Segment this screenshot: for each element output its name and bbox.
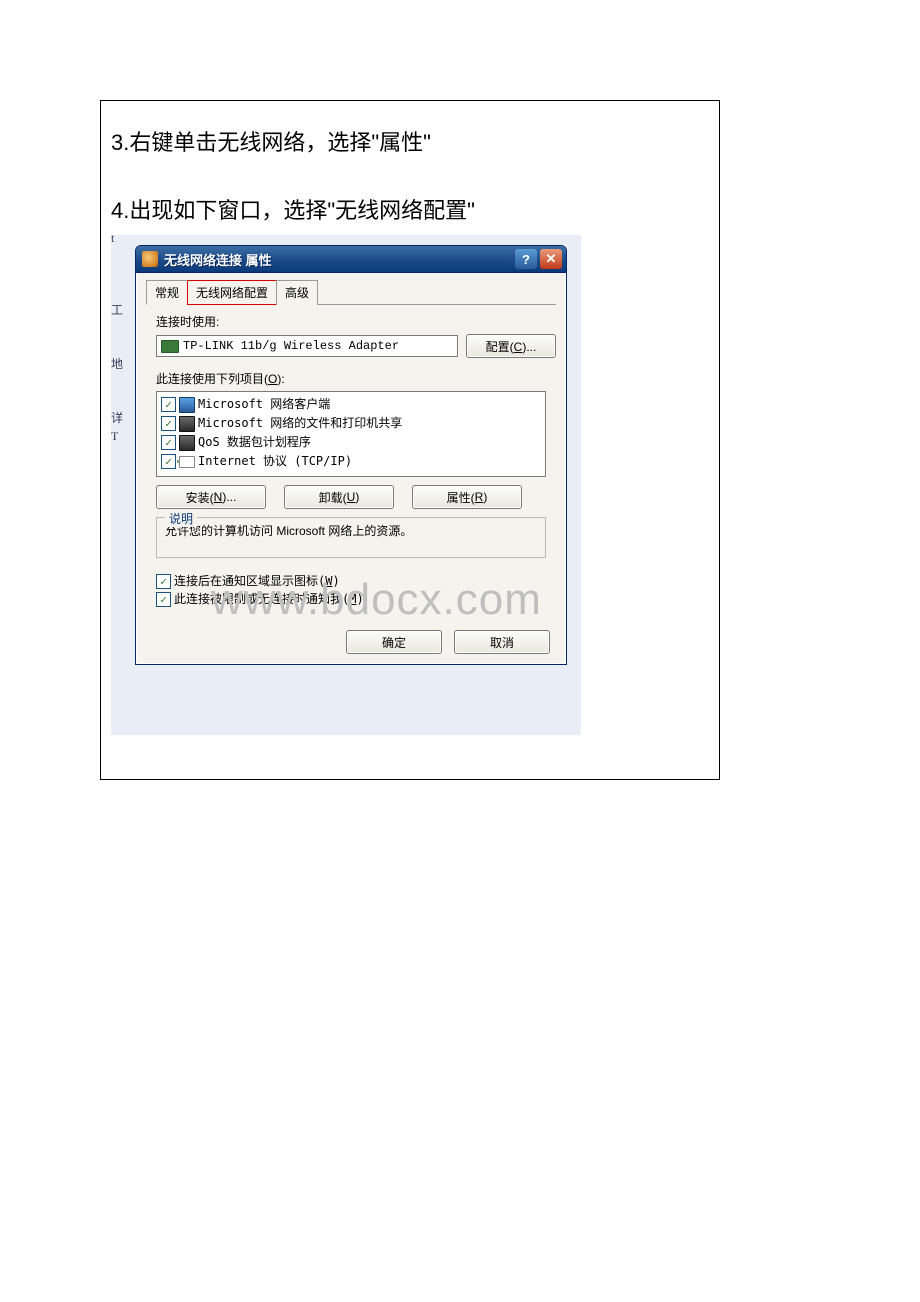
protocol-list[interactable]: ✓ Microsoft 网络客户端 ✓ Microsoft 网络的文件和打印机共…	[156, 391, 546, 477]
tab-strip: 常规 无线网络配置 高级	[146, 279, 556, 305]
show-icon-label: 连接后在通知区域显示图标(W)	[174, 572, 340, 590]
checkbox-icon[interactable]: ✓	[161, 454, 176, 469]
checkbox-icon[interactable]: ✓	[161, 416, 176, 431]
connect-using-label: 连接时使用:	[156, 313, 556, 330]
cancel-button[interactable]: 取消	[454, 630, 550, 654]
adapter-card-icon	[161, 340, 179, 353]
protocol-label: Microsoft 网络客户端	[198, 395, 330, 414]
document-frame: 3.右键单击无线网络，选择"属性" 4.出现如下窗口，选择"无线网络配置" t …	[100, 100, 720, 780]
tab-general[interactable]: 常规	[146, 280, 188, 305]
help-button[interactable]: ?	[515, 249, 537, 269]
adapter-row: TP-LINK 11b/g Wireless Adapter 配置(C)...	[156, 334, 556, 358]
document-page: 3.右键单击无线网络，选择"属性" 4.出现如下窗口，选择"无线网络配置" t …	[0, 0, 920, 1302]
ok-button[interactable]: 确定	[346, 630, 442, 654]
show-icon-row[interactable]: ✓ 连接后在通知区域显示图标(W)	[156, 572, 546, 590]
adapter-field[interactable]: TP-LINK 11b/g Wireless Adapter	[156, 335, 458, 357]
titlebar-buttons: ? ✕	[515, 249, 562, 269]
properties-button[interactable]: 属性(R)	[412, 485, 522, 509]
share-icon	[179, 416, 195, 432]
dialog-body: 常规 无线网络配置 高级 连接时使用: TP-LINK 11b/g Wirele…	[136, 273, 566, 664]
items-label: 此连接使用下列项目(O):	[156, 370, 556, 387]
properties-dialog: 无线网络连接 属性 ? ✕ 常规 无线网络配置 高级 连接时使用:	[135, 245, 567, 665]
install-button[interactable]: 安装(N)...	[156, 485, 266, 509]
checkbox-icon[interactable]: ✓	[156, 574, 171, 589]
step-3-text: 3.右键单击无线网络，选择"属性"	[111, 125, 709, 157]
tcpip-icon	[179, 456, 195, 468]
protocol-label: Internet 协议 (TCP/IP)	[198, 452, 352, 471]
client-icon	[179, 397, 195, 413]
screenshot-area: t 工 地 详T 无线网络连接 属性 ? ✕ 常规	[111, 235, 581, 735]
close-button[interactable]: ✕	[540, 249, 562, 269]
dialog-action-buttons: 确定 取消	[146, 630, 550, 654]
description-text: 允许您的计算机访问 Microsoft 网络上的资源。	[165, 524, 412, 538]
checkbox-icon[interactable]: ✓	[161, 397, 176, 412]
description-legend: 说明	[165, 510, 197, 527]
checkbox-icon[interactable]: ✓	[161, 435, 176, 450]
list-item[interactable]: ✓ QoS 数据包计划程序	[161, 433, 541, 452]
description-group: 说明 允许您的计算机访问 Microsoft 网络上的资源。	[156, 517, 546, 558]
list-item[interactable]: ✓ Internet 协议 (TCP/IP)	[161, 452, 541, 471]
notify-label: 此连接被限制或无连接时通知我(M)	[174, 590, 364, 608]
protocol-label: Microsoft 网络的文件和打印机共享	[198, 414, 402, 433]
adapter-name: TP-LINK 11b/g Wireless Adapter	[183, 339, 399, 353]
qos-icon	[179, 435, 195, 451]
tab-wireless-config[interactable]: 无线网络配置	[187, 280, 277, 305]
configure-button-label: 配置(C)...	[486, 338, 537, 355]
dialog-title: 无线网络连接 属性	[164, 250, 515, 269]
tab-advanced[interactable]: 高级	[276, 280, 318, 305]
dialog-titlebar[interactable]: 无线网络连接 属性 ? ✕	[136, 246, 566, 273]
configure-button[interactable]: 配置(C)...	[466, 334, 556, 358]
list-item[interactable]: ✓ Microsoft 网络的文件和打印机共享	[161, 414, 541, 433]
checkbox-icon[interactable]: ✓	[156, 592, 171, 607]
protocol-label: QoS 数据包计划程序	[198, 433, 311, 452]
protocol-buttons: 安装(N)... 卸载(U) 属性(R)	[156, 485, 546, 509]
notification-options: ✓ 连接后在通知区域显示图标(W) ✓ 此连接被限制或无连接时通知我(M)	[156, 572, 546, 608]
step-4-text: 4.出现如下窗口，选择"无线网络配置"	[111, 193, 709, 225]
list-item[interactable]: ✓ Microsoft 网络客户端	[161, 395, 541, 414]
uninstall-button[interactable]: 卸载(U)	[284, 485, 394, 509]
notify-row[interactable]: ✓ 此连接被限制或无连接时通知我(M)	[156, 590, 546, 608]
network-icon	[142, 251, 158, 267]
